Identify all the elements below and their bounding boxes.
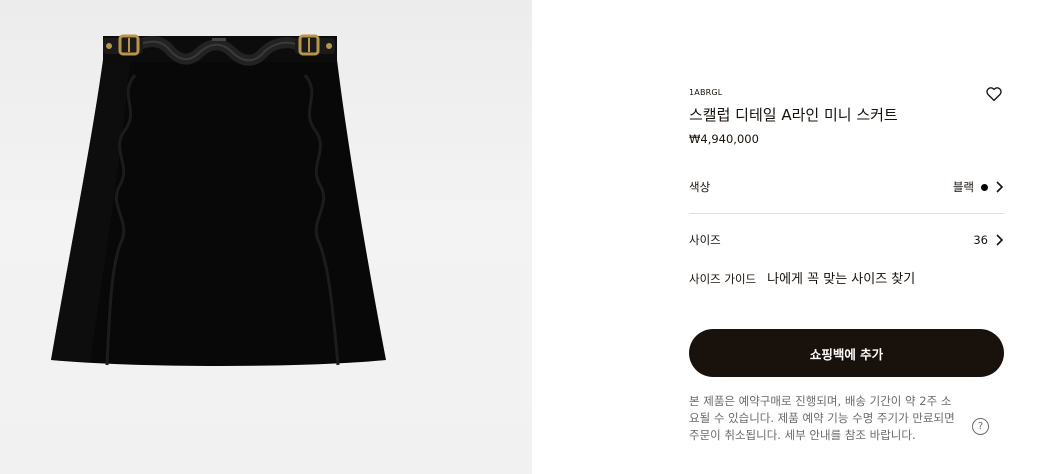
- preorder-notice: 본 제품은 예약구매로 진행되며, 배송 기간이 약 2주 소요될 수 있습니다…: [689, 394, 955, 442]
- chevron-right-icon: [996, 181, 1004, 193]
- product-image: [51, 34, 386, 366]
- product-info-panel: 1ABRGL 스캘럽 디테일 A라인 미니 스커트 ₩4,940,000 색상 …: [689, 0, 1004, 474]
- color-selector[interactable]: 색상 블랙: [689, 175, 1004, 199]
- color-label: 색상: [689, 180, 711, 194]
- size-value: 36: [973, 233, 988, 247]
- size-value-group: 36: [973, 233, 1004, 247]
- product-title: 스캘럽 디테일 A라인 미니 스커트: [689, 106, 898, 124]
- add-to-bag-button[interactable]: 쇼핑백에 추가: [689, 329, 1004, 377]
- heart-icon[interactable]: [985, 85, 1003, 103]
- find-my-size-link[interactable]: 나에게 꼭 맞는 사이즈 찾기: [767, 268, 915, 287]
- size-guide: 사이즈 가이드 나에게 꼭 맞는 사이즈 찾기: [689, 268, 915, 287]
- size-label: 사이즈: [689, 233, 721, 247]
- color-value-group: 블랙: [953, 179, 1004, 195]
- chevron-right-icon: [996, 234, 1004, 246]
- divider: [689, 213, 1004, 214]
- product-image-panel: [0, 0, 532, 474]
- question-circle-icon[interactable]: ?: [972, 418, 989, 435]
- product-sku: 1ABRGL: [689, 88, 723, 97]
- product-price: ₩4,940,000: [689, 132, 759, 146]
- size-guide-link[interactable]: 사이즈 가이드: [689, 271, 756, 287]
- color-swatch: [981, 183, 988, 191]
- size-selector[interactable]: 사이즈 36: [689, 228, 1004, 252]
- color-value: 블랙: [952, 180, 974, 194]
